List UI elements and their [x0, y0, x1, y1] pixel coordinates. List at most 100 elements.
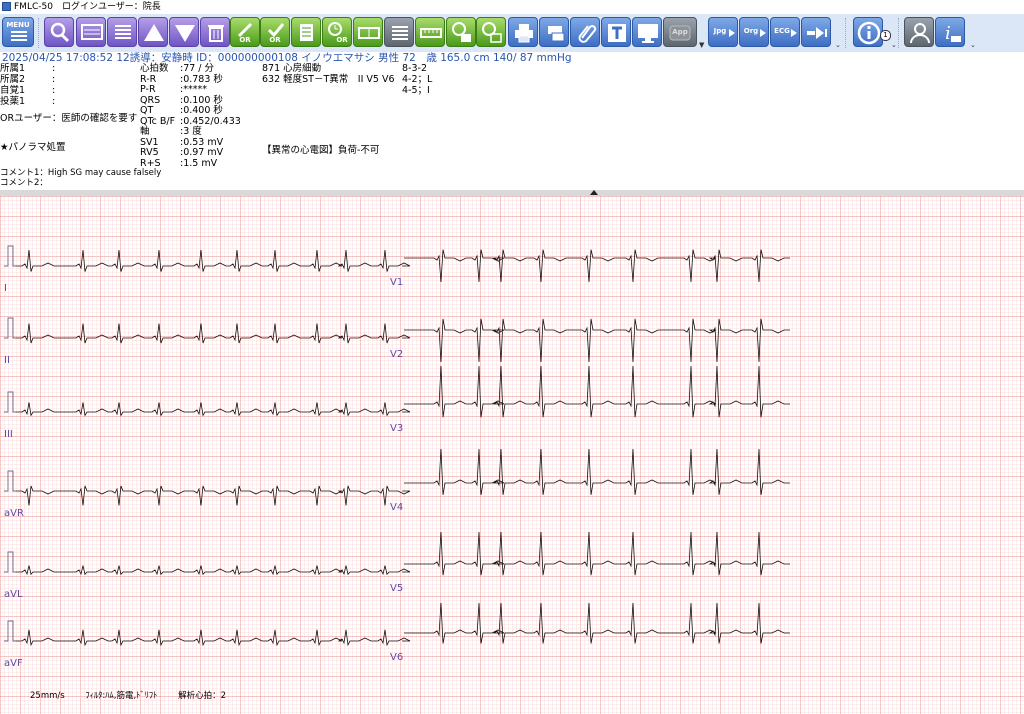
measurement-value: :0.53 mV [180, 136, 224, 148]
ruler-button[interactable] [415, 17, 445, 47]
patient-bp: 140/ 87 mmHg [492, 52, 572, 64]
measurement-value: :1.5 mV [180, 157, 218, 169]
app-button[interactable]: App [663, 17, 697, 47]
analyzed-beats: 解析心拍：2 [178, 691, 227, 701]
info-overflow-icon[interactable]: ⌄ [891, 41, 897, 49]
field-label-3: 自覚1 [0, 85, 26, 96]
svg-text:i: i [945, 23, 951, 44]
measurement-value: :***** [180, 84, 207, 95]
order-edit-button[interactable]: OR [230, 17, 260, 47]
lead-label-V3: V3 [390, 423, 403, 434]
field-colon-2: : [52, 74, 56, 85]
toolbar-overflow-icon[interactable]: ⌄ [835, 41, 841, 49]
app-dropdown-icon[interactable]: ▼ [699, 41, 704, 49]
ecg-grid [0, 196, 1024, 714]
arrow-up-icon [144, 24, 164, 41]
help-icon: i [945, 23, 961, 44]
info-button[interactable] [853, 17, 883, 47]
measurement-value: :0.97 mV [180, 147, 224, 158]
lead-label-V5: V5 [390, 583, 403, 594]
measurement-label: QT [140, 105, 154, 116]
export-ecg-button[interactable]: ECG [770, 17, 800, 47]
menu-button[interactable]: MENU [2, 17, 34, 47]
arrow-down-icon [175, 25, 195, 42]
user-button[interactable] [904, 17, 934, 47]
print-multi-button[interactable] [539, 17, 569, 47]
order-label-1: OR [239, 36, 251, 44]
patient-info-panel: 2025/04/25 17:08:52 12誘導：安静時 ID：00000000… [0, 52, 1024, 190]
printer-multi-icon [548, 26, 565, 42]
ruler-icon [420, 28, 442, 38]
monitor-button[interactable] [76, 17, 106, 47]
field-label-2: 所属2 [0, 74, 26, 85]
note-icon [300, 24, 313, 41]
footer-bar: 25mm/s ﾌｨﾙﾀ:ﾊﾑ,筋電,ﾄﾞﾘﾌﾄ 解析心拍：2 [30, 689, 244, 701]
patient-height: 165.0 cm [440, 52, 490, 64]
paperclip-icon [578, 25, 597, 43]
field-label-1: 所属1 [0, 63, 26, 74]
attach-button[interactable] [570, 17, 600, 47]
report-list-button[interactable] [384, 17, 414, 47]
previous-button[interactable] [138, 17, 168, 47]
display-button[interactable] [632, 17, 662, 47]
lead-label-aVL: aVL [4, 589, 23, 600]
measurement-value: :0.100 秒 [180, 94, 223, 106]
delete-button[interactable] [200, 17, 230, 47]
text-button[interactable] [601, 17, 631, 47]
measurement-label: 軸 [140, 126, 150, 137]
app-label: App [672, 28, 688, 36]
order-label-3: OR [336, 36, 348, 44]
compare-button[interactable] [353, 17, 383, 47]
panorama-note: ★パノラマ処置 [0, 142, 66, 153]
measurement-value: :3 度 [180, 126, 202, 137]
user-icon [910, 23, 930, 44]
measurement-label: P-R [140, 84, 156, 95]
next-button[interactable] [169, 17, 199, 47]
search-button[interactable] [44, 17, 74, 47]
ecg-label: ECG [774, 27, 790, 35]
measurement-label: SV1 [140, 136, 159, 148]
display-icon [638, 24, 658, 43]
schedule-button[interactable] [476, 17, 506, 47]
compare-icon [358, 27, 380, 39]
search-icon [50, 22, 70, 43]
paper-speed: 25mm/s [30, 691, 65, 701]
window-title: FMLC-50 ログインユーザー：院長 [14, 2, 161, 12]
help-button[interactable]: i [935, 17, 965, 47]
note-button[interactable] [291, 17, 321, 47]
lead-label-V4: V4 [390, 502, 403, 513]
jpg-label: Jpg [713, 27, 727, 35]
lead-label-I: I [4, 283, 7, 294]
send-button[interactable] [801, 17, 831, 47]
schedule-icon [482, 22, 502, 43]
measurement-label: 心拍数 [140, 63, 169, 74]
order-confirm-button[interactable]: OR [260, 17, 290, 47]
lead-label-V6: V6 [390, 652, 403, 663]
measurement-value: :0.452/0.433 [180, 115, 241, 127]
collapse-arrow-icon[interactable] [590, 190, 598, 195]
field-label-4: 投薬1 [0, 96, 26, 107]
comment-2: コメント2： [0, 178, 48, 188]
ecg-chart: I V1 II V2 III V3 aVR V4 aVL V5 aVF V6 [0, 196, 1024, 714]
lead-label-V2: V2 [390, 349, 403, 360]
measurement-value: :77 / 分 [180, 63, 215, 74]
send-icon [807, 27, 827, 39]
finding-code-2: 4-2；L [402, 74, 433, 85]
judgement: 【異常の心電図】負荷-不可 [262, 145, 380, 156]
clock-order-button[interactable]: OR [322, 17, 352, 47]
list-button[interactable] [107, 17, 137, 47]
measurement-label: R+S [140, 157, 161, 169]
help-overflow-icon[interactable]: ⌄ [970, 41, 976, 49]
timer-button[interactable] [446, 17, 476, 47]
lines-icon [392, 26, 408, 40]
patient-sex: 男性 [378, 52, 400, 64]
finding-2: 632 軽度ST－T異常 II V5 V6 [262, 74, 395, 85]
finding-code-1: 8-3-2 [402, 63, 427, 74]
measurement-value: :0.400 秒 [180, 105, 223, 116]
trash-icon [208, 25, 224, 42]
menu-label: MENU [6, 21, 30, 29]
print-button[interactable] [508, 17, 538, 47]
org-label: Org [743, 27, 759, 35]
measurement-label: RV5 [140, 147, 159, 158]
text-icon [608, 24, 626, 42]
